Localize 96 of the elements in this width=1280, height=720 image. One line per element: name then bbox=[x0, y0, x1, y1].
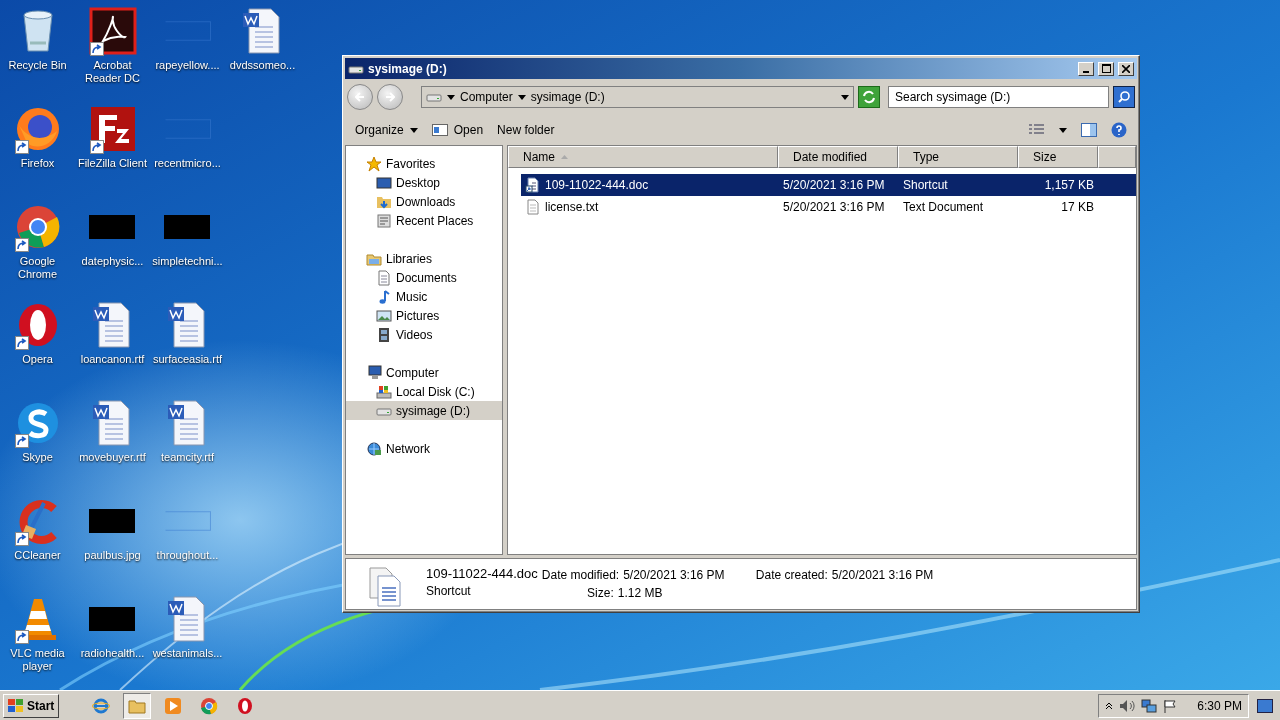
date-cell-text: 5/20/2021 3:16 PM bbox=[782, 200, 886, 214]
file-name: license.txt bbox=[545, 200, 599, 214]
dropdown-caret-icon bbox=[841, 94, 849, 100]
details-file-type: Shortcut bbox=[426, 584, 472, 600]
nav-item[interactable]: Recent Places bbox=[346, 211, 502, 230]
blank-file-icon bbox=[164, 21, 211, 41]
file-name: 109-11022-444.doc bbox=[545, 178, 649, 192]
back-button[interactable] bbox=[347, 84, 373, 110]
organize-button[interactable]: Organize bbox=[355, 123, 418, 137]
nav-item[interactable]: Music bbox=[346, 287, 502, 306]
list-view-icon bbox=[1029, 124, 1045, 136]
maximize-icon bbox=[1101, 64, 1111, 73]
document-icon bbox=[376, 269, 392, 286]
field-value: 1.12 MB bbox=[617, 586, 663, 600]
pictures-icon bbox=[376, 307, 392, 324]
type-cell-text: Text Document bbox=[902, 200, 985, 214]
disk-icon bbox=[376, 383, 392, 400]
date-cell-text: 5/20/2021 3:16 PM bbox=[782, 178, 886, 192]
nav-item[interactable]: Computer bbox=[346, 363, 502, 382]
taskbar-app-button[interactable] bbox=[123, 692, 152, 719]
internet-explorer-icon bbox=[92, 696, 111, 715]
back-arrow-icon bbox=[355, 92, 365, 102]
network-icon bbox=[1141, 698, 1158, 713]
nav-item[interactable]: Documents bbox=[346, 268, 502, 287]
caret-icon bbox=[517, 94, 526, 100]
nav-item[interactable]: Network bbox=[346, 439, 502, 458]
minimize-button[interactable] bbox=[1078, 61, 1094, 76]
computer-icon bbox=[366, 364, 382, 381]
forward-button[interactable] bbox=[377, 84, 403, 110]
show-desktop-icon bbox=[1257, 698, 1273, 713]
field-label: Size: bbox=[586, 586, 614, 600]
help-icon bbox=[1111, 122, 1127, 138]
views-button[interactable] bbox=[1029, 124, 1045, 136]
close-icon bbox=[1122, 64, 1130, 73]
file-row[interactable]: license.txt 5/20/2021 3:16 PM Text Document 17 KB bbox=[521, 196, 1136, 218]
breadcrumb-item[interactable]: sysimage (D:) bbox=[530, 90, 605, 104]
refresh-icon bbox=[862, 90, 876, 104]
nav-item[interactable]: sysimage (D:) bbox=[346, 401, 502, 420]
open-button[interactable]: Open bbox=[431, 123, 484, 137]
window-title: sysimage (D:) bbox=[368, 61, 448, 76]
blank-file-icon bbox=[164, 511, 211, 531]
nav-item[interactable]: Videos bbox=[346, 325, 502, 344]
search-button[interactable] bbox=[1113, 86, 1135, 108]
views-caret-icon bbox=[1059, 127, 1067, 133]
desktop-icon bbox=[376, 174, 392, 191]
opera-icon bbox=[236, 696, 255, 715]
size-cell-text: 1,157 KB bbox=[1043, 178, 1094, 192]
field-label: Date created: bbox=[755, 568, 828, 582]
nav-item[interactable]: Local Disk (C:) bbox=[346, 382, 502, 401]
start-button[interactable]: Start bbox=[3, 693, 60, 718]
clock: 6:30 PM bbox=[1197, 698, 1242, 713]
address-bar[interactable]: Computer sysimage (D:) bbox=[421, 86, 854, 108]
details-file-name: 109-11022-444.doc bbox=[426, 566, 538, 583]
chrome-icon bbox=[200, 696, 219, 715]
nav-item[interactable]: Desktop bbox=[346, 173, 502, 192]
field-value: 5/20/2021 3:16 PM bbox=[623, 568, 725, 582]
breadcrumb-item[interactable]: Computer bbox=[460, 90, 513, 104]
star-icon bbox=[366, 155, 382, 172]
nav-item[interactable]: Pictures bbox=[346, 306, 502, 325]
media-player-icon bbox=[164, 696, 183, 715]
size-cell-text: 17 KB bbox=[1060, 200, 1094, 214]
preview-pane-icon bbox=[1081, 123, 1097, 137]
nav-item[interactable]: Downloads bbox=[346, 192, 502, 211]
caret-icon bbox=[447, 94, 455, 100]
shortcut-file-icon bbox=[525, 177, 541, 193]
acrobat-icon bbox=[88, 7, 137, 55]
film-icon bbox=[376, 326, 392, 343]
field-value: 5/20/2021 3:16 PM bbox=[831, 568, 934, 582]
network-icon bbox=[366, 440, 382, 457]
recent-places-icon bbox=[376, 212, 392, 229]
minimize-icon bbox=[1083, 70, 1089, 73]
file-row[interactable]: 109-11022-444.doc 5/20/2021 3:16 PM Shortcut 1,157 KB bbox=[521, 174, 1136, 196]
chevron-up-icon bbox=[1105, 701, 1114, 710]
windows-logo-icon bbox=[8, 698, 24, 713]
refresh-button[interactable] bbox=[858, 86, 880, 108]
column-header[interactable]: Size bbox=[1018, 146, 1098, 168]
maximize-button[interactable] bbox=[1098, 61, 1114, 76]
type-cell-text: Shortcut bbox=[902, 178, 949, 192]
nav-item[interactable]: Favorites bbox=[346, 154, 502, 173]
forward-arrow-icon bbox=[385, 92, 395, 102]
flag-icon bbox=[1163, 698, 1178, 713]
column-header[interactable]: Type bbox=[898, 146, 1018, 168]
speaker-icon bbox=[1119, 698, 1136, 713]
help-button[interactable] bbox=[1111, 122, 1127, 138]
caret-icon bbox=[409, 127, 418, 133]
nav-item[interactable]: Libraries bbox=[346, 249, 502, 268]
toolbar-button[interactable]: New folder bbox=[497, 123, 555, 137]
column-header[interactable]: Name bbox=[508, 146, 778, 168]
preview-pane-button[interactable] bbox=[1081, 123, 1097, 137]
text-file-icon bbox=[525, 199, 541, 215]
open-icon bbox=[431, 123, 448, 137]
field-label: Date modified: bbox=[541, 568, 620, 582]
search-icon bbox=[1118, 91, 1130, 103]
column-header[interactable]: Date modified bbox=[778, 146, 898, 168]
close-button[interactable] bbox=[1118, 61, 1134, 76]
search-field[interactable]: Search sysimage (D:) bbox=[888, 86, 1109, 108]
